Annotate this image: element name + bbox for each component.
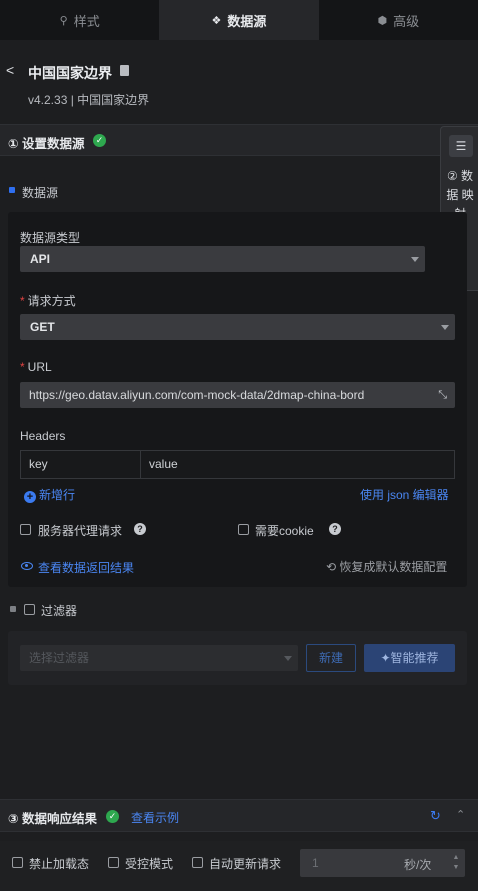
check-circle-icon: ✓ [93,134,106,147]
chevron-down-icon [284,656,292,661]
help-icon[interactable]: ? [329,523,341,535]
reset-config-button[interactable]: ⟲ 恢复成默认数据配置 [326,558,447,575]
document-icon[interactable] [120,65,129,76]
style-icon: ⚲ [59,14,68,27]
response-options: 禁止加载态 受控模式 自动更新请求 1 秒/次 ▲ ▼ [0,841,478,891]
cookie-label: 需要cookie [255,524,314,538]
url-input[interactable]: https://geo.datav.aliyun.com/com-mock-da… [20,382,455,408]
chevron-down-icon [411,257,419,262]
legend-marker [10,606,16,612]
auto-update-checkbox[interactable] [192,857,203,868]
filter-placeholder: 选择过滤器 [29,651,90,665]
view-result-link[interactable]: 查看数据返回结果 [38,559,134,576]
disable-loading-checkbox[interactable] [12,857,23,868]
datasource-icon: ❖ [211,14,222,27]
disable-loading-label: 禁止加载态 [29,857,90,871]
chevron-down-icon [441,325,449,330]
plus-circle-icon: + [24,491,36,503]
filter-card: 选择过滤器 新建 ✦智能推荐 [8,631,467,685]
check-circle-icon: ✓ [106,810,119,823]
proxy-label: 服务器代理请求 [38,524,123,538]
section-response-result[interactable]: ③ 数据响应结果 ✓ 查看示例 ↻ ⌃ [0,799,478,832]
controlled-mode-label: 受控模式 [125,857,174,871]
stepper-icon[interactable]: ▲ ▼ [451,853,461,873]
section-set-datasource[interactable]: ① 设置数据源 ✓ [0,124,478,156]
add-row-button[interactable]: + 新增行 [24,486,75,503]
tab-advanced-label: 高级 [393,13,420,29]
tab-datasource[interactable]: ❖ 数据源 [159,0,319,40]
eye-icon [21,562,33,570]
smart-recommend-button[interactable]: ✦智能推荐 [364,644,455,672]
auto-update-label: 自动更新请求 [209,857,282,871]
json-editor-link[interactable]: 使用 json 编辑器 [360,486,449,503]
request-method-label: * 请求方式 [20,294,76,308]
back-arrow-icon[interactable]: < [6,62,14,78]
legend-marker [9,187,15,193]
component-version: v4.2.33 | 中国国家边界 [28,93,150,107]
new-filter-button[interactable]: 新建 [306,644,356,672]
help-icon[interactable]: ? [134,523,146,535]
url-label: * URL [20,360,52,374]
top-tabs: ⚲ 样式 ❖ 数据源 ⬢ 高级 [0,0,478,40]
headers-label: Headers [20,429,66,443]
datasource-type-value: API [30,252,51,266]
expand-icon[interactable]: ⤡ [438,390,447,401]
collapse-up-icon[interactable]: ⌃ [456,808,465,821]
filter-select[interactable]: 选择过滤器 [20,645,298,671]
reset-icon: ⟲ [326,560,337,574]
section-title: ① 设置数据源 [8,137,85,151]
tab-style[interactable]: ⚲ 样式 [0,0,159,40]
sparkle-icon: ✦ [380,651,391,665]
headers-table: key value [20,450,455,479]
datasource-type-label: 数据源类型 [20,231,81,245]
interval-value: 1 [312,856,319,870]
controlled-mode-checkbox[interactable] [108,857,119,868]
refresh-icon[interactable]: ↻ [430,808,441,824]
advanced-icon: ⬢ [377,14,388,27]
filter-checkbox[interactable] [24,604,35,615]
datasource-legend: 数据源 [22,186,59,200]
headers-key-input[interactable]: key [21,451,141,478]
cookie-checkbox[interactable] [238,524,249,535]
headers-value-input[interactable]: value [141,451,178,478]
request-method-select[interactable]: GET [20,314,455,340]
filter-label: 过滤器 [41,604,78,618]
tab-style-label: 样式 [73,13,100,29]
collapse-menu-icon[interactable]: ☰ [449,135,473,157]
datasource-type-select[interactable]: API [20,246,425,272]
update-interval-input[interactable]: 1 秒/次 ▲ ▼ [300,849,465,877]
section-title: ③ 数据响应结果 [8,812,98,826]
proxy-checkbox[interactable] [20,524,31,535]
request-method-value: GET [30,320,55,334]
page-title: 中国国家边界 [28,65,112,81]
interval-unit: 秒/次 [404,858,432,872]
tab-datasource-label: 数据源 [227,13,267,29]
view-example-link[interactable]: 查看示例 [131,809,179,826]
tab-advanced[interactable]: ⬢ 高级 [319,0,478,40]
url-value: https://geo.datav.aliyun.com/com-mock-da… [29,388,365,402]
